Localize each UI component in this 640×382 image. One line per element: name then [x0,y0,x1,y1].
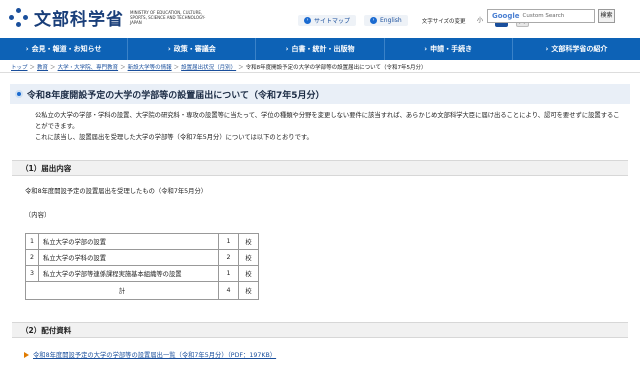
logo-mark-icon [9,7,29,28]
font-size-label: 文字サイズの変更 [421,18,466,25]
notifications-table: 1 私立大学の学部の設置 1 校 2 私立大学の学科の設置 2 校 3 私立大学… [24,233,260,300]
english-label: English [380,17,402,24]
section1-subhead: 〔内容〕 [25,212,51,219]
arrow-right-icon: › [304,17,311,24]
breadcrumb-separator: ＞ [120,65,126,71]
row-count: 1 [218,233,240,250]
nav-item-press[interactable]: › 会見・報道・お知らせ [0,38,129,60]
bullet-circle-icon [15,90,23,98]
row-count: 2 [218,249,240,266]
breadcrumb-link-monthly[interactable]: 設置届出状況（月別） [181,63,236,71]
logo-text: 文部科学省 [34,10,124,30]
breadcrumb: トップ＞ 教育＞ 大学・大学院、専門教育＞ 新設大学等の情報＞ 設置届出状況（月… [11,63,427,71]
search-input[interactable]: Google Custom Search [487,9,595,23]
english-link[interactable]: › English [364,15,408,26]
chevron-right-icon: › [285,45,289,53]
section-heading-materials: （2）配付資料 [12,322,628,338]
google-brand: Google [492,12,520,20]
sitemap-link[interactable]: › サイトマップ [298,15,357,26]
breadcrumb-link-education[interactable]: 教育 [37,63,48,71]
table-row: 1 私立大学の学部の設置 1 校 [24,233,260,250]
nav-label: 文部科学省の紹介 [551,45,608,53]
intro-paragraph-1: 公私立の大学の学部・学科の設置、大学院の研究科・専攻の設置等に当たって、学位の種… [35,112,620,130]
chevron-right-icon: › [545,45,549,53]
page-title: 令和8年度開設予定の大学の学部等の設置届出について（令和7年5月分） [27,90,325,101]
intro-text: 公私立の大学の学部・学科の設置、大学院の研究科・専攻の設置等に当たって、学位の種… [35,110,625,143]
nav-label: 申請・手続き [430,45,473,53]
total-label: 計 [24,281,220,300]
breadcrumb-link-new-university[interactable]: 新設大学等の情報 [128,63,172,71]
row-unit: 校 [238,233,260,250]
table-row: 2 私立大学の学科の設置 2 校 [24,249,260,266]
nav-label: 政策・審議会 [173,45,216,53]
link-arrow-icon [24,351,29,358]
breadcrumb-separator: ＞ [238,65,244,71]
sitemap-label: サイトマップ [314,18,351,25]
chevron-right-icon: › [424,45,428,53]
nav-label: 白書・統計・出版物 [291,45,355,53]
font-size-small-button[interactable]: 小 [473,14,487,27]
row-name: 私立大学の学科の設置 [38,249,220,266]
chevron-right-icon: › [25,45,29,53]
row-unit: 校 [238,265,260,282]
chevron-right-icon: › [167,45,171,53]
row-name: 私立大学の学部の設置 [38,233,220,250]
breadcrumb-current: 令和8年度開設予定の大学の学部等の設置届出について（令和7年5月分） [245,65,427,71]
breadcrumb-separator: ＞ [173,65,180,71]
nav-item-about[interactable]: › 文部科学省の紹介 [513,38,640,60]
divider [0,72,640,73]
logo-english-text: MINISTRY OF EDUCATION, CULTURE, SPORTS, … [130,10,206,25]
total-unit: 校 [238,281,260,300]
breadcrumb-separator: ＞ [29,65,36,71]
site-header: 文部科学省 MINISTRY OF EDUCATION, CULTURE, SP… [0,0,640,38]
nav-item-policy[interactable]: › 政策・審議会 [128,38,257,60]
search-placeholder: Custom Search [522,13,565,19]
pdf-download-link[interactable]: 令和8年度開設予定の大学の学部等の設置届出一覧（令和7年5月分）（PDF：197… [24,350,276,359]
table-total-row: 計 4 校 [24,281,260,300]
nav-label: 会見・報道・お知らせ [31,45,102,53]
breadcrumb-separator: ＞ [50,65,56,71]
row-number: 3 [24,265,40,282]
row-unit: 校 [238,249,260,266]
table-row: 3 私立大学の学部等連係課程実施基本組織等の設置 1 校 [24,265,260,282]
breadcrumb-link-top[interactable]: トップ [11,63,28,71]
total-count: 4 [218,281,240,300]
site-logo[interactable]: 文部科学省 MINISTRY OF EDUCATION, CULTURE, SP… [9,5,210,30]
row-name: 私立大学の学部等連係課程実施基本組織等の設置 [38,265,220,282]
arrow-right-icon: › [370,17,378,24]
pdf-link-text: 令和8年度開設予定の大学の学部等の設置届出一覧（令和7年5月分）（PDF：197… [33,352,277,359]
row-number: 1 [24,233,40,250]
section-heading-notifications: （1）届出内容 [12,160,628,176]
section1-lead: 令和8年度開設予定の設置届出を受理したもの（令和7年5月分） [25,188,208,195]
page-title-box: 令和8年度開設予定の大学の学部等の設置届出について（令和7年5月分） [10,84,630,104]
global-nav: › 会見・報道・お知らせ › 政策・審議会 › 白書・統計・出版物 › 申請・手続き ›… [0,38,640,60]
row-number: 2 [24,249,40,266]
breadcrumb-link-university[interactable]: 大学・大学院、専門教育 [58,63,119,71]
search-button[interactable]: 検索 [598,9,615,23]
nav-item-applications[interactable]: › 申請・手続き [385,38,513,60]
intro-paragraph-2: これに該当し、設置届出を受理した大学の学部等（令和7年5月分）については以下のと… [35,134,313,141]
row-count: 1 [218,265,240,282]
nav-item-publications[interactable]: › 白書・統計・出版物 [256,38,385,60]
